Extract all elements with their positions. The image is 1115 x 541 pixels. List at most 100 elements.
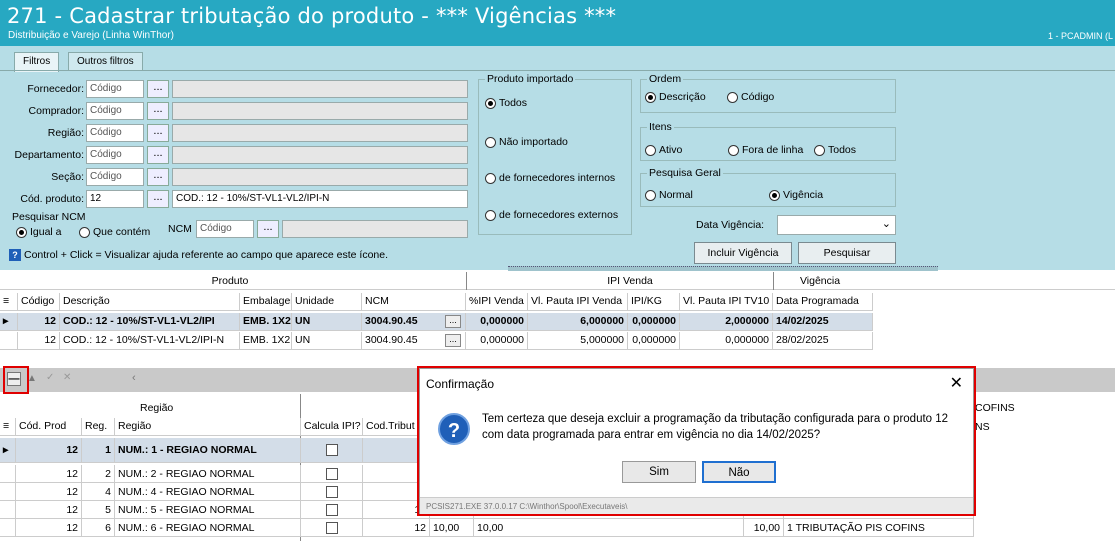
radio-selected-icon: [485, 97, 496, 109]
data-vigencia-input[interactable]: ⌄: [777, 215, 896, 235]
fornecedor-search-button[interactable]: ...: [147, 80, 169, 98]
radio-nao-importado[interactable]: Não importado: [485, 136, 568, 148]
row-indicator-icon: [0, 465, 16, 483]
column-header[interactable]: Unidade: [292, 293, 362, 311]
window-subtitle: Distribuição e Varejo (Linha WinThor): [8, 30, 174, 41]
radio-fora-de-linha[interactable]: Fora de linha: [728, 144, 803, 156]
radio-todos[interactable]: Todos: [485, 97, 527, 109]
table-row[interactable]: 12 6 NUM.: 6 - REGIAO NORMAL 12 10,00 10,00 10…: [0, 519, 1115, 537]
radio-icon: [645, 189, 656, 201]
ncm-igual-radio[interactable]: Igual a: [16, 226, 62, 238]
cod-produto-desc-field: COD.: 12 - 10%/ST-VL1-VL2/IPI-N: [172, 190, 468, 208]
radio-fornecedores-externos[interactable]: de fornecedores externos: [485, 209, 618, 221]
pesquisar-ncm-label: Pesquisar NCM: [12, 211, 86, 223]
column-header[interactable]: NCM: [362, 293, 466, 311]
fornecedor-code-input[interactable]: Código: [86, 80, 144, 98]
splitter-handle[interactable]: [508, 266, 938, 271]
cancel-icon[interactable]: ✕: [63, 372, 71, 383]
radio-ativo[interactable]: Ativo: [645, 144, 682, 156]
radio-selected-icon: [769, 189, 780, 201]
column-header[interactable]: Embalagei: [240, 293, 292, 311]
calcula-ipi-checkbox[interactable]: [325, 486, 338, 499]
ncm-ellipsis-button[interactable]: ...: [445, 315, 461, 328]
column-header[interactable]: Calcula IPI?: [301, 418, 363, 436]
departamento-search-button[interactable]: ...: [147, 146, 169, 164]
table-cell: COD.: 12 - 10%/ST-VL1-VL2/IPI-N: [60, 332, 240, 350]
comprador-code-input[interactable]: Código: [86, 102, 144, 120]
radio-nao-importado-label: Não importado: [499, 136, 568, 148]
radio-descricao[interactable]: Descrição: [645, 91, 706, 103]
radio-fornecedores-internos-label: de fornecedores internos: [499, 172, 616, 184]
column-header[interactable]: Código: [18, 293, 60, 311]
radio-codigo-label: Código: [741, 91, 775, 103]
table-cell: 4: [82, 483, 115, 501]
table-cell: 28/02/2025: [773, 332, 873, 350]
pesquisar-button[interactable]: Pesquisar: [798, 242, 896, 264]
table-cell: 0,000000: [680, 332, 773, 350]
column-menu-icon[interactable]: ≡: [0, 418, 16, 436]
ncm-igual-label: Igual a: [30, 226, 62, 238]
radio-codigo[interactable]: Código: [727, 91, 774, 103]
row-indicator-icon: ▸: [0, 438, 16, 463]
ncm-search-button[interactable]: ...: [257, 220, 279, 238]
table-row[interactable]: ▸ 12 COD.: 12 - 10%/ST-VL1-VL2/IPI EMB. 1X2…: [0, 313, 880, 331]
radio-itens-todos[interactable]: Todos: [814, 144, 856, 156]
column-header[interactable]: Reg.: [82, 418, 115, 436]
ordem-title: Ordem: [647, 73, 684, 85]
radio-selected-icon: [16, 226, 27, 238]
calcula-ipi-checkbox[interactable]: [325, 444, 338, 457]
radio-fornecedores-internos[interactable]: de fornecedores internos: [485, 172, 615, 184]
calcula-ipi-checkbox[interactable]: [325, 468, 338, 481]
table-cell: 0,000000: [466, 332, 528, 350]
column-header[interactable]: Cód. Prod: [16, 418, 82, 436]
secao-code-input[interactable]: Código: [86, 168, 144, 186]
column-menu-icon[interactable]: ≡: [0, 293, 18, 311]
column-header[interactable]: Descrição: [60, 293, 240, 311]
chevron-down-icon[interactable]: ⌄: [882, 217, 891, 230]
secao-search-button[interactable]: ...: [147, 168, 169, 186]
radio-vigencia[interactable]: Vigência: [769, 189, 823, 201]
table-cell: 2: [82, 465, 115, 483]
radio-icon: [485, 136, 496, 148]
table-cell: 12: [18, 332, 60, 350]
user-label: 1 - PCADMIN (L: [1047, 31, 1113, 41]
column-header[interactable]: %IPI Venda: [466, 293, 528, 311]
column-header[interactable]: Data Programada: [773, 293, 873, 311]
ncm-contem-radio[interactable]: Que contém: [79, 226, 150, 238]
tab-filtros[interactable]: Filtros: [14, 52, 60, 72]
group-divider: [773, 272, 774, 290]
regiao-code-input[interactable]: Código: [86, 124, 144, 142]
group-header-regiao: Região: [140, 402, 174, 414]
cod-produto-input[interactable]: 12: [86, 190, 144, 208]
radio-vigencia-label: Vigência: [783, 189, 824, 201]
group-header-produto: Produto: [211, 275, 249, 287]
ncm-ellipsis-button[interactable]: ...: [445, 334, 461, 347]
radio-selected-icon: [645, 91, 656, 103]
column-header[interactable]: Vl. Pauta IPI TV10: [680, 293, 773, 311]
radio-normal-label: Normal: [659, 189, 693, 201]
table-row[interactable]: 12 COD.: 12 - 10%/ST-VL1-VL2/IPI-N EMB. 1X…: [0, 332, 880, 350]
incluir-vigencia-button[interactable]: Incluir Vigência: [694, 242, 792, 264]
calcula-ipi-checkbox[interactable]: [325, 522, 338, 535]
departamento-code-input[interactable]: Código: [86, 146, 144, 164]
fornecedor-desc-field: [172, 80, 468, 98]
cod-produto-search-button[interactable]: ...: [147, 190, 169, 208]
calcula-ipi-checkbox[interactable]: [325, 504, 338, 517]
column-header[interactable]: IPI/KG: [628, 293, 680, 311]
table-cell: COD.: 12 - 10%/ST-VL1-VL2/IPI: [60, 313, 240, 331]
regiao-search-button[interactable]: ...: [147, 124, 169, 142]
table-cell: [301, 438, 363, 463]
ncm-code-input[interactable]: Código: [196, 220, 254, 238]
tab-outros-filtros[interactable]: Outros filtros: [68, 52, 143, 71]
column-header[interactable]: Vl. Pauta IPI Venda: [528, 293, 628, 311]
column-header[interactable]: Região: [115, 418, 301, 436]
radio-normal[interactable]: Normal: [645, 189, 693, 201]
table-cell: 5: [82, 501, 115, 519]
edit-icon[interactable]: ✓: [46, 372, 54, 383]
pesquisa-geral-title: Pesquisa Geral: [647, 167, 723, 179]
table-cell: 5,000000: [528, 332, 628, 350]
radio-todos-label: Todos: [499, 97, 528, 109]
comprador-search-button[interactable]: ...: [147, 102, 169, 120]
chevron-left-icon[interactable]: ‹: [132, 372, 136, 384]
help-icon: ?: [9, 249, 21, 261]
